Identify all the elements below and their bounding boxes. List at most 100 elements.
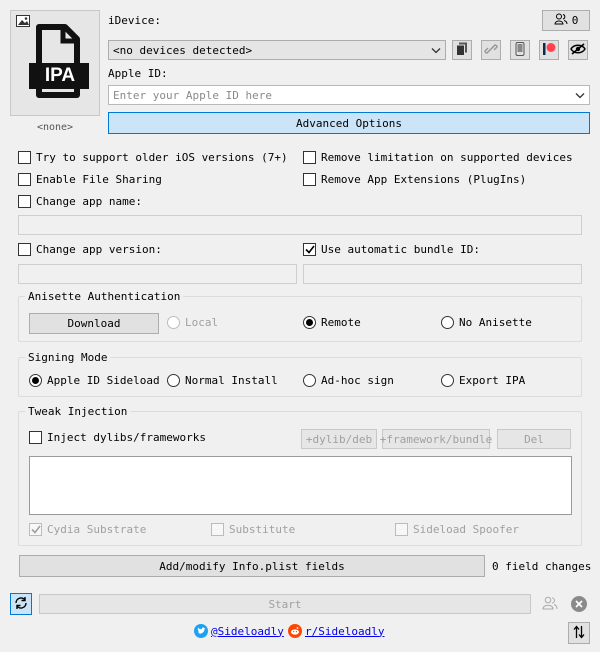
sideload-radio[interactable] <box>29 374 42 387</box>
eye-off-icon <box>570 42 586 58</box>
inject-label: Inject dylibs/frameworks <box>47 431 206 444</box>
signing-export[interactable]: Export IPA <box>441 374 525 387</box>
sort-arrows-icon <box>573 624 585 642</box>
reddit-link[interactable]: r/Sideloadly <box>288 624 384 638</box>
download-button[interactable]: Download <box>29 313 159 334</box>
sign-request-button[interactable] <box>540 594 560 614</box>
wifi-link-button[interactable] <box>481 40 501 60</box>
delete-tweak-label: Del <box>524 432 544 446</box>
tweak-list[interactable] <box>29 456 572 515</box>
option-change-name[interactable]: Change app name: <box>18 195 142 208</box>
delete-tweak-button[interactable]: Del <box>497 429 571 449</box>
normal-radio[interactable] <box>167 374 180 387</box>
hide-button[interactable] <box>568 40 588 60</box>
users-icon <box>542 596 558 613</box>
plist-button[interactable]: Add/modify Info.plist fields <box>19 555 485 577</box>
file-sharing-checkbox[interactable] <box>18 173 31 186</box>
remove-extensions-label: Remove App Extensions (PlugIns) <box>321 173 527 186</box>
twitter-icon <box>194 624 208 638</box>
chevron-down-icon[interactable] <box>575 89 585 102</box>
refresh-icon <box>14 596 28 613</box>
anisette-remote[interactable]: Remote <box>303 316 361 329</box>
auto-bundle-checkbox[interactable] <box>303 243 316 256</box>
plist-label: Add/modify Info.plist fields <box>159 559 345 573</box>
patreon-icon <box>542 42 556 59</box>
check-icon <box>304 245 315 254</box>
export-radio[interactable] <box>441 374 454 387</box>
signing-adhoc[interactable]: Ad-hoc sign <box>303 374 394 387</box>
reddit-link-label: r/Sideloadly <box>305 624 385 638</box>
no-anisette-radio[interactable] <box>441 316 454 329</box>
anisette-local[interactable]: Local <box>167 316 218 329</box>
sort-button[interactable] <box>568 622 590 644</box>
tweak-substitute[interactable]: Substitute <box>211 523 295 536</box>
adhoc-label: Ad-hoc sign <box>321 374 394 387</box>
spoofer-checkbox[interactable] <box>395 523 408 536</box>
apple-id-placeholder: Enter your Apple ID here <box>113 88 272 102</box>
device-count: 0 <box>571 14 579 27</box>
remote-label: Remote <box>321 316 361 329</box>
remote-radio[interactable] <box>303 316 316 329</box>
tweak-cydia[interactable]: Cydia Substrate <box>29 523 146 536</box>
change-name-checkbox[interactable] <box>18 195 31 208</box>
remove-limitation-label: Remove limitation on supported devices <box>321 151 573 164</box>
device-select[interactable]: <no devices detected> <box>108 40 446 60</box>
local-radio[interactable] <box>167 316 180 329</box>
older-ios-label: Try to support older iOS versions (7+) <box>36 151 288 164</box>
link-icon <box>484 42 498 59</box>
start-label: Start <box>268 597 302 611</box>
signing-sideload[interactable]: Apple ID Sideload <box>29 374 160 387</box>
option-change-version[interactable]: Change app version: <box>18 243 162 256</box>
patreon-button[interactable] <box>539 40 559 60</box>
apple-id-input[interactable]: Enter your Apple ID here <box>108 85 590 105</box>
local-label: Local <box>185 316 219 329</box>
bundle-id-input[interactable] <box>303 264 582 284</box>
substitute-label: Substitute <box>229 523 296 536</box>
ipa-label: IPA <box>44 65 76 86</box>
auto-bundle-label: Use automatic bundle ID: <box>321 243 480 256</box>
change-version-label: Change app version: <box>36 243 162 256</box>
app-version-input[interactable] <box>18 264 297 284</box>
start-button[interactable]: Start <box>39 594 531 614</box>
add-framework-button[interactable]: +framework/bundle <box>379 429 493 449</box>
add-dylib-button[interactable]: +dylib/deb <box>301 429 377 449</box>
remove-limitation-checkbox[interactable] <box>303 151 316 164</box>
device-info-button[interactable] <box>510 40 530 60</box>
option-remove-limitation[interactable]: Remove limitation on supported devices <box>303 151 573 164</box>
export-label: Export IPA <box>459 374 526 387</box>
apple-id-label: Apple ID: <box>108 67 168 80</box>
signing-normal[interactable]: Normal Install <box>167 374 278 387</box>
cydia-checkbox[interactable] <box>29 523 42 536</box>
advanced-options-button[interactable]: Advanced Options <box>108 112 590 134</box>
anisette-none[interactable]: No Anisette <box>441 316 532 329</box>
remove-extensions-checkbox[interactable] <box>303 173 316 186</box>
option-remove-extensions[interactable]: Remove App Extensions (PlugIns) <box>303 173 526 186</box>
copy-icon <box>456 42 468 59</box>
tweak-spoofer[interactable]: Sideload Spoofer <box>395 523 519 536</box>
option-older-ios[interactable]: Try to support older iOS versions (7+) <box>18 151 288 164</box>
reddit-icon <box>288 624 302 638</box>
substitute-checkbox[interactable] <box>211 523 224 536</box>
tweak-inject[interactable]: Inject dylibs/frameworks <box>29 431 206 444</box>
option-file-sharing[interactable]: Enable File Sharing <box>18 173 162 186</box>
change-version-checkbox[interactable] <box>18 243 31 256</box>
logs-button[interactable] <box>452 40 472 60</box>
adhoc-radio[interactable] <box>303 374 316 387</box>
app-name-input[interactable] <box>18 215 582 235</box>
option-auto-bundle[interactable]: Use automatic bundle ID: <box>303 243 480 256</box>
cancel-button[interactable] <box>571 596 587 612</box>
device-count-button[interactable]: 0 <box>542 10 590 31</box>
no-anisette-label: No Anisette <box>459 316 532 329</box>
add-dylib-label: +dylib/deb <box>305 432 373 446</box>
signing-title: Signing Mode <box>25 351 111 364</box>
add-framework-label: +framework/bundle <box>379 432 493 446</box>
refresh-button[interactable] <box>10 593 32 615</box>
device-label: iDevice: <box>108 14 161 27</box>
tweak-title: Tweak Injection <box>25 405 131 418</box>
twitter-link[interactable]: @Sideloadly <box>194 624 284 638</box>
ipa-drop-area[interactable]: IPA <box>10 10 100 116</box>
inject-checkbox[interactable] <box>29 431 42 444</box>
close-icon <box>575 598 583 611</box>
older-ios-checkbox[interactable] <box>18 151 31 164</box>
twitter-link-label: @Sideloadly <box>211 624 284 638</box>
